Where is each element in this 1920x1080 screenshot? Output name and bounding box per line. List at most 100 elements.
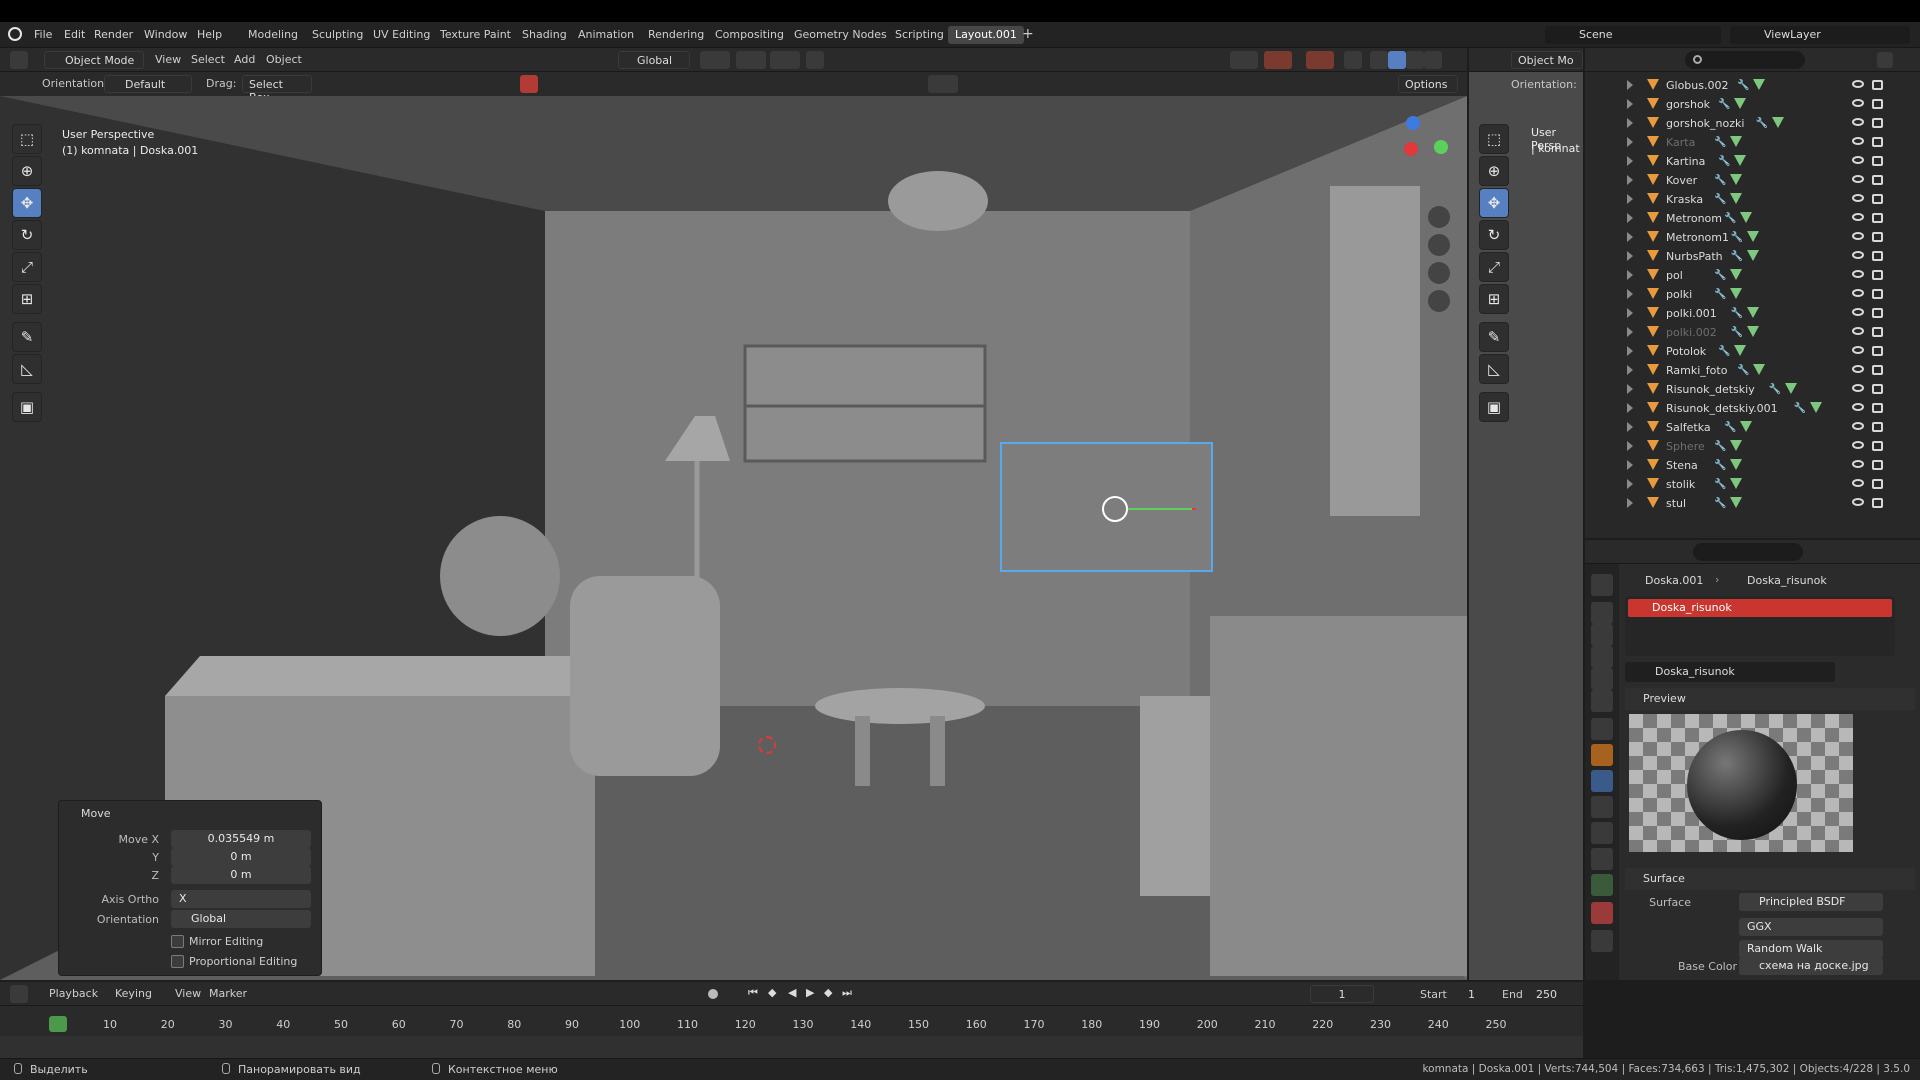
- material-tab-icon[interactable]: [1591, 902, 1613, 924]
- render-camera-icon[interactable]: [1872, 460, 1883, 470]
- gizmo-icon[interactable]: [1264, 51, 1292, 69]
- visibility-eye-icon[interactable]: [1852, 384, 1864, 392]
- outliner-row[interactable]: Salfetka 🔧: [1585, 418, 1890, 437]
- physics-tab-icon[interactable]: [1591, 822, 1613, 844]
- base-color-field[interactable]: схема на доске.jpg: [1739, 957, 1883, 975]
- axis-x-icon[interactable]: [1404, 142, 1418, 156]
- expand-arrow-icon[interactable]: [1627, 194, 1633, 204]
- blender-logo-icon[interactable]: [8, 27, 22, 41]
- surface-section-header[interactable]: Surface: [1625, 868, 1915, 890]
- ortho-grid-icon[interactable]: [1428, 290, 1450, 312]
- visibility-eye-icon[interactable]: [1852, 156, 1864, 164]
- menu-keying[interactable]: Keying: [110, 985, 157, 1003]
- playhead[interactable]: [49, 1016, 67, 1032]
- transform-orientation-select[interactable]: Global: [618, 51, 690, 69]
- end-value[interactable]: 250: [1536, 988, 1557, 1001]
- constraints-tab-icon[interactable]: [1591, 848, 1613, 870]
- xray-icon[interactable]: [1344, 51, 1362, 69]
- render-camera-icon[interactable]: [1872, 80, 1883, 90]
- mirror-editing-checkbox[interactable]: [171, 935, 184, 948]
- visibility-eye-icon[interactable]: [1852, 403, 1864, 411]
- add-workspace-icon[interactable]: +: [1022, 26, 1034, 42]
- next-key-icon[interactable]: ◆: [824, 986, 832, 999]
- axis-z-icon[interactable]: [1406, 116, 1420, 130]
- menu-edit[interactable]: Edit: [64, 28, 85, 41]
- render-camera-icon[interactable]: [1872, 194, 1883, 204]
- snap-icon[interactable]: [736, 51, 766, 69]
- expand-arrow-icon[interactable]: [1627, 80, 1633, 90]
- tab-layout-001[interactable]: Layout.001: [948, 26, 1024, 44]
- rendered-shading-icon[interactable]: [1424, 51, 1442, 69]
- view-layer-tab-icon[interactable]: [1591, 646, 1613, 668]
- visibility-eye-icon[interactable]: [1852, 137, 1864, 145]
- menu-help[interactable]: Help: [197, 28, 222, 41]
- outliner-row[interactable]: Risunok_detskiy 🔧: [1585, 380, 1890, 399]
- tool-move[interactable]: ✥: [12, 188, 42, 218]
- outliner-row[interactable]: polki.002 🔧: [1585, 323, 1890, 342]
- options-dropdown[interactable]: Options: [1398, 75, 1458, 93]
- render-camera-icon[interactable]: [1872, 289, 1883, 299]
- particles-tab-icon[interactable]: [1591, 796, 1613, 818]
- menu-window[interactable]: Window: [144, 28, 187, 41]
- tool-select-box[interactable]: ⬚: [12, 124, 42, 154]
- expand-arrow-icon[interactable]: [1627, 346, 1633, 356]
- menu-view[interactable]: View: [150, 51, 186, 69]
- visibility-eye-icon[interactable]: [1852, 118, 1864, 126]
- snap-target-icon[interactable]: [770, 51, 800, 69]
- tab-scripting[interactable]: Scripting: [888, 26, 951, 44]
- outliner-row[interactable]: Globus.002 🔧: [1585, 76, 1890, 95]
- render-tab-icon[interactable]: [1591, 602, 1613, 624]
- visibility-icon[interactable]: [1230, 51, 1258, 69]
- render-camera-icon[interactable]: [1872, 137, 1883, 147]
- outliner-row[interactable]: Kover 🔧: [1585, 171, 1890, 190]
- tab-sculpting[interactable]: Sculpting: [305, 26, 370, 44]
- expand-arrow-icon[interactable]: [1627, 479, 1633, 489]
- editor-type-icon[interactable]: [10, 51, 28, 69]
- visibility-eye-icon[interactable]: [1852, 175, 1864, 183]
- expand-arrow-icon[interactable]: [1627, 156, 1633, 166]
- tool-cursor[interactable]: ⊕: [12, 156, 42, 186]
- secondary-tool-annotate[interactable]: ✎: [1479, 322, 1509, 352]
- outliner-row[interactable]: Ramki_foto 🔧: [1585, 361, 1890, 380]
- visibility-eye-icon[interactable]: [1852, 422, 1864, 430]
- outliner-row[interactable]: stolik 🔧: [1585, 475, 1890, 494]
- tab-geometry-nodes[interactable]: Geometry Nodes: [787, 26, 894, 44]
- visibility-eye-icon[interactable]: [1852, 251, 1864, 259]
- menu-marker[interactable]: Marker: [204, 985, 252, 1003]
- pan-hand-icon[interactable]: [1428, 234, 1450, 256]
- modifier-tab-icon[interactable]: [1591, 770, 1613, 792]
- tab-texture-paint[interactable]: Texture Paint: [433, 26, 518, 44]
- scene-selector[interactable]: Scene: [1545, 26, 1721, 44]
- expand-arrow-icon[interactable]: [1627, 498, 1633, 508]
- render-camera-icon[interactable]: [1872, 232, 1883, 242]
- distribution-select[interactable]: GGX: [1739, 918, 1883, 936]
- jump-start-icon[interactable]: ⏮: [748, 986, 758, 1000]
- menu-file[interactable]: File: [34, 28, 52, 41]
- outliner-row[interactable]: Metronom1 🔧: [1585, 228, 1890, 247]
- move-gizmo[interactable]: [1102, 496, 1128, 522]
- render-camera-icon[interactable]: [1872, 99, 1883, 109]
- render-camera-icon[interactable]: [1872, 156, 1883, 166]
- secondary-viewport[interactable]: Orientation: User Persp | komnat ⬚ ⊕ ✥ ↻…: [1469, 72, 1583, 980]
- secondary-tool-scale[interactable]: ⤢: [1479, 252, 1509, 282]
- render-camera-icon[interactable]: [1872, 365, 1883, 375]
- solid-shading-icon[interactable]: [1388, 51, 1406, 69]
- material-slot-active[interactable]: Doska_risunok: [1628, 599, 1892, 617]
- drag-select[interactable]: Select Box: [242, 75, 312, 104]
- jump-end-icon[interactable]: ⏭: [842, 986, 852, 1000]
- render-camera-icon[interactable]: [1872, 422, 1883, 432]
- secondary-tool-measure[interactable]: ◺: [1479, 354, 1509, 384]
- render-camera-icon[interactable]: [1872, 479, 1883, 489]
- expand-arrow-icon[interactable]: [1627, 99, 1633, 109]
- tool-measure[interactable]: ◺: [12, 354, 42, 384]
- preview-panel[interactable]: Preview: [1625, 688, 1915, 710]
- menu-select[interactable]: Select: [186, 51, 230, 69]
- tab-uv-editing[interactable]: UV Editing: [366, 26, 437, 44]
- expand-arrow-icon[interactable]: [1627, 308, 1633, 318]
- play-reverse-icon[interactable]: ◀: [788, 986, 796, 999]
- render-camera-icon[interactable]: [1872, 384, 1883, 394]
- record-icon[interactable]: [708, 989, 718, 999]
- output-tab-icon[interactable]: [1591, 624, 1613, 646]
- collection-tab-icon[interactable]: [1591, 718, 1613, 740]
- subsurface-method-select[interactable]: Random Walk: [1739, 940, 1883, 958]
